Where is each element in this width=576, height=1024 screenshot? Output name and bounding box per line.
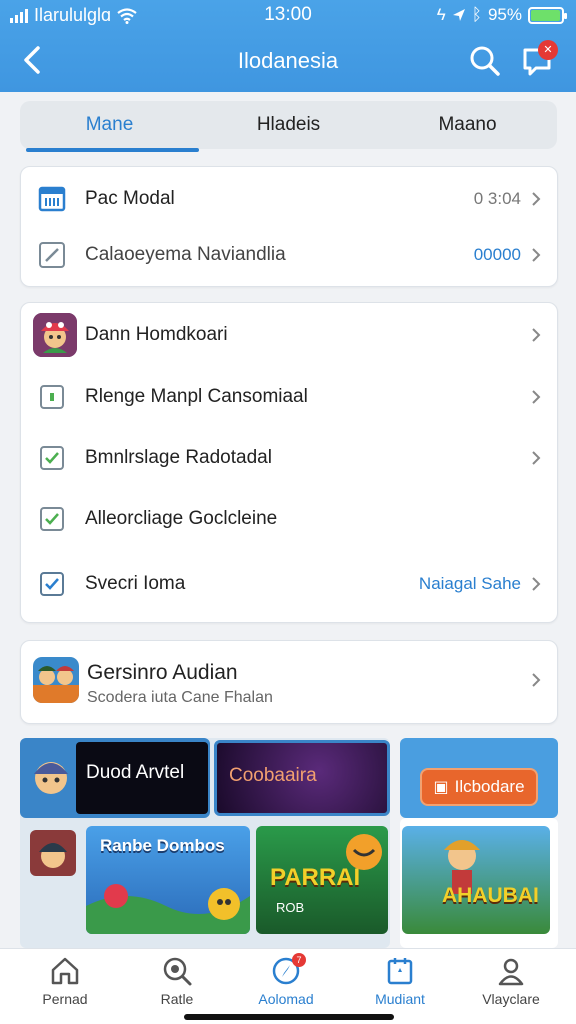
row-label: Svecri Ioma (85, 573, 186, 594)
list-item[interactable]: Rlenge Manpl Cansomiaal (21, 369, 557, 425)
game-art (346, 834, 382, 870)
list-item[interactable]: Pac Modal 0 3:04 (21, 171, 557, 227)
promo-tile: ▣ Ilcbodare (400, 738, 558, 818)
nav-label: Ratle (160, 991, 194, 1007)
checkbox-empty-icon[interactable] (37, 382, 67, 412)
checkbox-checked-icon[interactable] (37, 443, 67, 473)
tile-title: Coobaaira (229, 765, 317, 786)
list-item[interactable]: Bmnlrslage Radotadal (21, 430, 557, 486)
tab-hladeis[interactable]: Hladeis (199, 101, 378, 149)
chevron-right-icon (532, 328, 541, 342)
game-icon: ▣ (433, 779, 449, 796)
search-button[interactable] (466, 42, 504, 80)
charging-icon: ϟ (436, 5, 446, 24)
search-icon (163, 957, 192, 986)
chevron-right-icon (532, 192, 541, 206)
tile-subtitle: ROB (276, 900, 305, 915)
chevron-right-icon (532, 248, 541, 262)
message-badge: ✕ (538, 40, 558, 60)
row-label: Pac Modal (85, 188, 175, 209)
row-label: Calaoeyema Naviandlia (85, 244, 286, 265)
promo-button[interactable]: ▣ Ilcbodare (420, 768, 538, 806)
row-value: 0 3:04 (473, 189, 521, 208)
calendar-icon (387, 958, 413, 985)
home-indicator (184, 1014, 394, 1020)
row-value: Naiagal Sahe (418, 574, 521, 593)
character-icon (30, 830, 76, 876)
featured-subtitle: Scodera iuta Cane Fhalan (87, 689, 273, 706)
chevron-right-icon (532, 673, 541, 687)
checkbox-checked-icon[interactable] (37, 504, 67, 534)
game-tile[interactable]: PARRAI ROB (256, 826, 388, 934)
nav-item-pernad[interactable]: Pernad (17, 955, 113, 1007)
settings-card-1: Pac Modal 0 3:04 Calaoeyema Naviandlia 0… (20, 166, 558, 287)
battery-icon (528, 6, 567, 24)
nav-label: Mudiant (375, 991, 425, 1007)
tile-title: Duod Arvtel (86, 762, 185, 783)
row-label: Alleorcliage Goclcleine (85, 508, 278, 529)
row-label: Rlenge Manpl Cansomiaal (85, 386, 308, 407)
row-label: Dann Homdkoari (85, 324, 228, 345)
nav-badge: 7 (292, 953, 306, 967)
calendar-icon (37, 184, 67, 214)
edit-icon (37, 240, 67, 270)
game-tile[interactable]: Duod Arvtel (20, 738, 210, 818)
game-art (86, 884, 250, 934)
game-tile[interactable]: Ranbe Dombos (86, 826, 250, 934)
game-grid: Duod Arvtel Coobaaira ▣ Ilcbodare Ranbe … (20, 738, 558, 948)
tab-maano[interactable]: Maano (378, 101, 557, 149)
segmented-tabs: Mane Hladeis Maano (20, 101, 557, 152)
nav-item-ratle[interactable]: Ratle (129, 955, 225, 1007)
game-app-icon (33, 657, 79, 703)
promo-button-label: Ilcbodare (454, 777, 525, 796)
settings-card-2: Dann Homdkoari Rlenge Manpl Cansomiaal B… (20, 302, 558, 623)
game-tile[interactable]: AHAUBAI (402, 826, 550, 934)
nav-item-aolomad[interactable]: 7 Aolomad (238, 953, 334, 1007)
bluetooth-icon: ᛒ (471, 5, 482, 24)
nav-label: Vlayclare (482, 991, 540, 1007)
tile-title: AHAUBAI (442, 884, 539, 907)
tab-mane[interactable]: Mane (20, 101, 199, 152)
status-bar: Ilarululglɑ 13:00 ϟ ᛒ 95% (0, 0, 576, 30)
chevron-right-icon (532, 390, 541, 404)
nav-label: Pernad (42, 991, 88, 1007)
nav-row: Ilodanesia ✕ (0, 36, 576, 86)
list-item[interactable]: Dann Homdkoari (21, 307, 557, 363)
search-icon (470, 46, 500, 76)
status-right: ϟ ᛒ 95% (436, 5, 567, 25)
character-icon (34, 762, 68, 794)
featured-title: Gersinro Audian (87, 661, 238, 684)
profile-icon (498, 958, 524, 986)
featured-app-card[interactable]: Gersinro Audian Scodera iuta Cane Fhalan (20, 640, 558, 724)
list-item[interactable]: Svecri Ioma Naiagal Sahe (21, 556, 557, 612)
nav-item-vlayclare[interactable]: Vlayclare (463, 955, 559, 1007)
game-tile[interactable]: Coobaaira (214, 740, 390, 816)
tile-title: Ranbe Dombos (100, 836, 225, 855)
row-label: Bmnlrslage Radotadal (85, 447, 272, 468)
list-item[interactable]: Alleorcliage Goclcleine (21, 491, 557, 547)
app-header: Ilarululglɑ 13:00 ϟ ᛒ 95% Ilodanesia ✕ (0, 0, 576, 92)
checkbox-checked-icon[interactable] (37, 569, 67, 599)
battery-percent: 95% (487, 5, 522, 24)
chevron-right-icon (532, 451, 541, 465)
row-value: 00000 (473, 245, 521, 264)
messages-button[interactable]: ✕ (518, 40, 560, 80)
avatar-icon (33, 313, 77, 357)
list-item[interactable]: Calaoeyema Naviandlia 00000 (21, 227, 557, 283)
nav-label: Aolomad (258, 991, 314, 1007)
chevron-right-icon (532, 577, 541, 591)
home-icon (51, 957, 79, 985)
nav-item-mudiant[interactable]: Mudiant (352, 955, 448, 1007)
bottom-nav: Pernad Ratle 7 Aolomad Mudiant Vlayclare (0, 948, 576, 1024)
location-icon (452, 9, 465, 21)
